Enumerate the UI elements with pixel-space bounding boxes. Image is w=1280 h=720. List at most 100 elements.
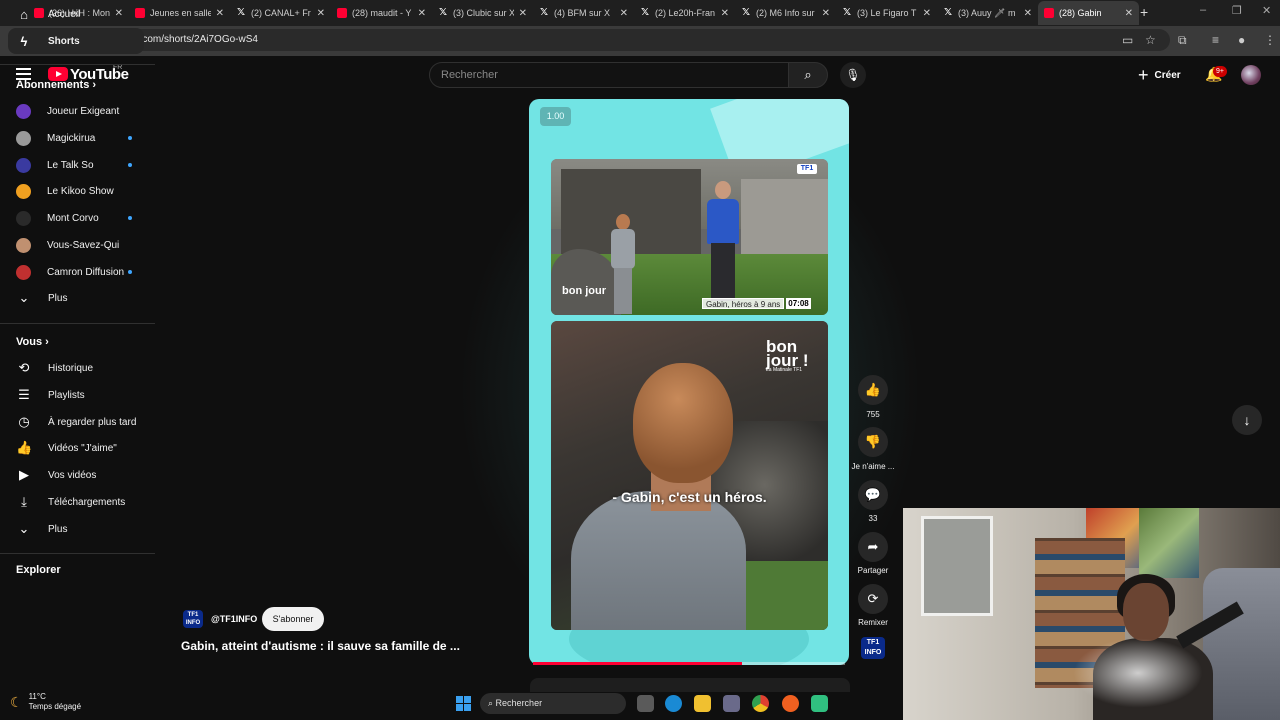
tab-title: (28) Gabin [1059,8,1102,18]
dislike-button[interactable]: 👎 [858,427,888,457]
browser-tab[interactable]: 𝕏 (3) Clubic sur X ✕ [432,1,533,25]
store-icon[interactable] [723,695,740,712]
browser-menu-icon[interactable]: ⋮ [1264,33,1276,47]
sidebar-item-watch-later[interactable]: ◷ À regarder plus tard [8,409,144,435]
bookmark-star-icon[interactable]: ☆ [1145,33,1156,47]
browser-tab[interactable]: 𝕏 (2) CANAL+ Fr ✕ [230,1,331,25]
profile-icon[interactable]: ● [1238,33,1245,47]
sidebar-item-shorts[interactable]: ϟ Shorts [8,28,144,54]
playback-speed-badge[interactable]: 1.00 [540,107,571,126]
boy-shirt [571,491,746,630]
browser-tab[interactable]: 𝕏 (3) Auuy 🗡 m ✕ [937,1,1038,25]
sidebar-item-label: Magickirua [47,132,96,144]
sidebar-item-liked-videos[interactable]: 👍 Vidéos "J'aime" [8,435,144,461]
room-window [921,516,993,616]
extensions-icon[interactable]: ⧉ [1178,33,1187,48]
sidebar-subscription-item[interactable]: Magickirua [8,125,144,151]
url-field[interactable]: youtube.com/shorts/2Ai7OGo-wS4 [80,29,1170,51]
browser-tab[interactable]: 𝕏 (2) Le20h-Fran ✕ [634,1,735,25]
moon-icon: ☾ [10,693,23,710]
close-tab-icon[interactable]: ✕ [923,8,931,19]
close-tab-icon[interactable]: ✕ [1024,8,1032,19]
new-content-dot [128,136,132,140]
create-button[interactable]: + Créer [1138,64,1181,86]
channel-logo[interactable]: TF1 INFO [183,610,203,628]
sidebar-item-label: Vous-Savez-Qui [47,239,120,251]
remix-button[interactable]: ⟳ [858,584,888,614]
share-button[interactable]: ➦ [858,532,888,562]
channel-logo-small[interactable]: TF1 INFO [861,637,885,659]
browser-tab[interactable]: (28) Gabin ✕ [1038,1,1139,25]
close-tab-icon[interactable]: ✕ [1125,8,1133,19]
like-button[interactable]: 👍 [858,375,888,405]
close-tab-icon[interactable]: ✕ [317,8,325,19]
weather-widget[interactable]: ☾ 11°C Temps dégagé [10,692,81,712]
app-icon[interactable] [811,695,828,712]
subscriptions-heading[interactable]: Abonnements › [16,79,96,91]
close-window-icon[interactable]: ✕ [1262,4,1271,17]
streamer-face [1123,583,1169,641]
file-explorer-icon[interactable] [694,695,711,712]
task-view-icon[interactable] [637,695,654,712]
home-icon: ⌂ [20,6,28,22]
sidebar-item-label: Téléchargements [48,496,126,508]
close-tab-icon[interactable]: ✕ [418,8,426,19]
sidebar-item-history[interactable]: ⟲ Historique [8,355,144,381]
browser-tab[interactable]: 𝕏 (4) BFM sur X ✕ [533,1,634,25]
next-short-arrow-icon[interactable]: ↓ [1232,405,1262,435]
you-heading[interactable]: Vous › [16,336,49,348]
sidebar-item-playlists[interactable]: ☰ Playlists [8,382,144,408]
sidebar-subscription-item[interactable]: Le Kikoo Show [8,178,144,204]
microphone-icon[interactable]: 🎙 [840,62,866,88]
close-tab-icon[interactable]: ✕ [519,8,527,19]
maximize-icon[interactable]: ❐ [1232,4,1242,17]
close-tab-icon[interactable]: ✕ [620,8,628,19]
minimize-icon[interactable]: – [1200,4,1206,16]
cast-icon[interactable]: ▭ [1122,33,1133,47]
sidebar-subscription-item[interactable]: Mont Corvo [8,205,144,231]
chevron-right-icon: › [45,336,49,348]
sidebar-item-label: Plus [48,292,68,304]
close-tab-icon[interactable]: ✕ [822,8,830,19]
sidebar-item-subs-more[interactable]: ⌄ Plus [8,285,144,311]
playlists-icon: ☰ [18,387,30,402]
sidebar-subscription-item[interactable]: Le Talk So [8,152,144,178]
bonjour-subtitle: La Matinale TF1 [766,367,803,373]
subscribe-button[interactable]: S'abonner [262,607,324,631]
chevron-down-icon: ⌄ [18,521,30,536]
short-title[interactable]: Gabin, atteint d'autisme : il sauve sa f… [181,639,460,653]
shorts-icon: ϟ [20,33,28,49]
search-input[interactable]: Rechercher [429,62,789,88]
close-tab-icon[interactable]: ✕ [721,8,729,19]
comments-button[interactable]: 💬 [858,480,888,510]
avatar[interactable] [1241,65,1261,85]
browser-tab[interactable]: Jeunes en salle ✕ [129,1,230,25]
x-favicon-icon: 𝕏 [640,7,650,18]
windows-start-icon[interactable] [456,696,471,711]
channel-avatar [16,130,31,146]
browser-tab[interactable]: 𝕏 (3) Le Figaro T ✕ [836,1,937,25]
next-short-preview[interactable] [530,678,850,692]
edge-icon[interactable] [665,695,682,712]
close-tab-icon[interactable]: ✕ [216,8,224,19]
search-icon[interactable]: ⌕ [788,62,828,88]
sidebar-item-home[interactable]: ⌂ Accueil [8,1,144,27]
browser-tab[interactable]: 𝕏 (2) M6 Info sur ✕ [735,1,836,25]
sidebar-item-downloads[interactable]: ⤓ Téléchargements [8,489,144,515]
sidebar-item-label: Accueil [48,8,81,20]
sidebar-subscription-item[interactable]: Vous-Savez-Qui [8,232,144,258]
firefox-icon[interactable] [782,695,799,712]
channel-handle[interactable]: @TF1INFO [211,614,257,624]
browser-tab[interactable]: (28) maudit - Y ✕ [331,1,432,25]
sidebar-subscription-item[interactable]: Joueur Exigeant [8,98,144,124]
sidebar-item-you-more[interactable]: ⌄ Plus [8,516,144,542]
sidebar-subscription-item[interactable]: Camron Diffusion [8,259,144,285]
taskbar-search[interactable]: ⌕ Rechercher [480,693,626,714]
sidebar-item-your-videos[interactable]: ▶ Vos vidéos [8,462,144,488]
remix-label: Remixer [858,618,888,627]
history-icon: ⟲ [18,360,30,375]
lower-third-time: 07:08 [786,298,811,309]
tab-search-icon[interactable]: ≡ [1212,33,1219,47]
chrome-icon[interactable] [752,695,769,712]
new-tab-button[interactable]: + [1140,4,1148,20]
